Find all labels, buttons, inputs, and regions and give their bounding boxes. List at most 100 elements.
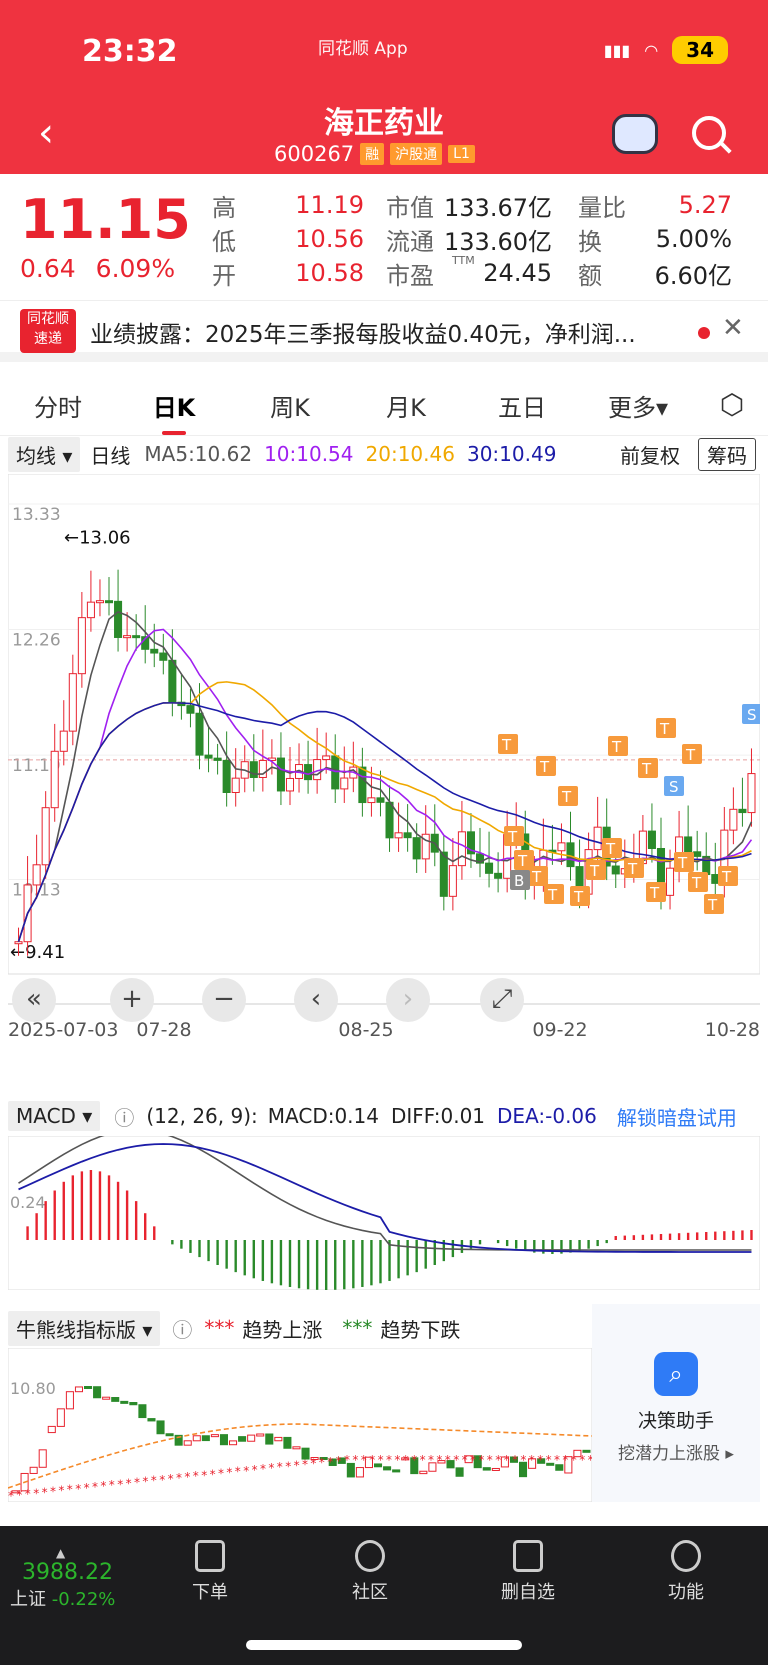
quote-row: 开 10.58 市盈 24.45 额 6.60亿 bbox=[212, 256, 760, 290]
news-logo-top: 同花顺 bbox=[27, 311, 69, 327]
settings-icon[interactable]: ⬡ bbox=[696, 372, 768, 435]
bull-candle bbox=[74, 1386, 83, 1393]
bull-star: * bbox=[226, 1466, 232, 1480]
bull-star: * bbox=[554, 1453, 560, 1467]
candle-body bbox=[448, 865, 457, 897]
next-button[interactable]: › bbox=[386, 978, 430, 1022]
ma10-value: 10:10.54 bbox=[264, 442, 354, 466]
news-text: 业绩披露：2025年三季报每股收益0.40元，净利润... bbox=[90, 322, 636, 348]
nav-remove-watch[interactable]: 删自选 bbox=[478, 1536, 578, 1604]
community-icon bbox=[355, 1540, 385, 1572]
quote-key: 市盈 bbox=[386, 261, 434, 290]
tab-intraday[interactable]: 分时 bbox=[0, 372, 116, 435]
tab-daily[interactable]: 日K bbox=[116, 372, 232, 435]
bull-bear-chart[interactable]: 10.80* * * * * * * * * * * * * * * * * * * * * * * * * * * * * * * * * * *… bbox=[8, 1348, 592, 1502]
bull-candle bbox=[283, 1436, 292, 1449]
bull-frame bbox=[8, 1348, 592, 1502]
ma-legend-bar: 均线 ▾ 日线 MA5:10.62 10:10.54 20:10.46 30:1… bbox=[0, 436, 768, 472]
zoom-out-button[interactable]: − bbox=[202, 978, 246, 1022]
quote-key: 流通 bbox=[386, 227, 434, 256]
t-signal-label: T bbox=[561, 788, 572, 806]
tab-five-day[interactable]: 五日 bbox=[464, 372, 580, 435]
bull-candle bbox=[419, 1470, 428, 1475]
decision-assistant-card[interactable]: ⌕ 决策助手 挖潜力上涨股 ▸ bbox=[592, 1304, 760, 1502]
t-signal-label: T bbox=[611, 738, 622, 756]
bull-star: * bbox=[50, 1485, 56, 1499]
price-change: 0.64 6.09% bbox=[20, 254, 175, 283]
stock-subtitle: 600267 融 沪股通 L1 bbox=[274, 142, 475, 166]
help-icon[interactable]: ⓘ bbox=[114, 1102, 134, 1131]
search-icon[interactable] bbox=[692, 116, 726, 150]
candle-body bbox=[213, 757, 222, 761]
tab-more[interactable]: 更多▾ bbox=[580, 372, 696, 435]
order-icon bbox=[195, 1540, 225, 1572]
bull-star: * bbox=[184, 1470, 190, 1484]
bull-candle bbox=[238, 1436, 247, 1442]
bull-candle bbox=[229, 1440, 238, 1446]
x-tick-label: 09-22 bbox=[532, 1019, 587, 1041]
tab-weekly[interactable]: 周K bbox=[232, 372, 348, 435]
bull-candle bbox=[93, 1386, 102, 1399]
macd-chart[interactable]: 0.24 bbox=[8, 1136, 760, 1290]
y-tick-label: 12.26 bbox=[12, 631, 61, 651]
down-legend-dots: *** bbox=[342, 1316, 373, 1340]
quote-value: 10.58 bbox=[295, 259, 364, 287]
candle-body bbox=[647, 830, 656, 849]
t-signal-label: T bbox=[517, 852, 528, 870]
fullscreen-icon[interactable]: ⤢ bbox=[480, 978, 524, 1022]
candle-body bbox=[222, 759, 231, 793]
bull-candle bbox=[455, 1467, 464, 1477]
bull-star: * bbox=[126, 1476, 132, 1490]
bull-candle bbox=[65, 1391, 74, 1410]
help-icon[interactable]: ⓘ bbox=[172, 1314, 192, 1343]
bull-star: * bbox=[478, 1453, 484, 1467]
bull-select[interactable]: 牛熊线指标版 ▾ bbox=[8, 1310, 161, 1346]
bull-candle bbox=[102, 1396, 111, 1400]
candle-body bbox=[358, 766, 367, 804]
prev-button[interactable]: ‹ bbox=[294, 978, 338, 1022]
bull-star: * bbox=[134, 1476, 140, 1490]
quote-value: 11.19 bbox=[295, 191, 364, 219]
candle-body bbox=[693, 851, 702, 857]
robot-assistant-icon[interactable] bbox=[612, 114, 658, 154]
bull-candle bbox=[355, 1467, 364, 1478]
candle-body bbox=[611, 865, 620, 875]
y-tick-label: 13.33 bbox=[12, 505, 61, 525]
quote-value: 6.60亿 bbox=[654, 261, 732, 290]
bull-star: * bbox=[462, 1453, 468, 1467]
change-pct: 6.09% bbox=[95, 254, 176, 283]
bull-candle bbox=[147, 1418, 156, 1422]
nav-order[interactable]: 下单 bbox=[160, 1536, 260, 1604]
adjust-label[interactable]: 前复权 bbox=[620, 440, 680, 469]
candle-body bbox=[322, 755, 331, 761]
nav-community[interactable]: 社区 bbox=[320, 1536, 420, 1604]
nav-label: 删自选 bbox=[501, 1582, 555, 1603]
news-banner[interactable]: 同花顺 速递 业绩披露：2025年三季报每股收益0.40元，净利润... ✕ bbox=[0, 300, 768, 362]
bull-candle bbox=[256, 1433, 265, 1437]
index-widget[interactable]: ▲ 3988.22 上证 -0.22% bbox=[10, 1546, 115, 1611]
bull-star: * bbox=[403, 1453, 409, 1467]
kline-chart[interactable]: 13.3312.2611.1910.13←13.06←9.41TTTTTTTTT… bbox=[8, 474, 760, 1044]
macd-value: MACD:0.14 bbox=[267, 1104, 379, 1128]
indicator-select[interactable]: 均线 ▾ bbox=[8, 436, 81, 472]
candle-body bbox=[14, 941, 23, 945]
t-signal-label: T bbox=[501, 736, 512, 754]
bull-candle bbox=[491, 1467, 500, 1471]
chip-distribution-button[interactable]: 筹码 bbox=[698, 438, 756, 471]
t-signal-label: T bbox=[539, 758, 550, 776]
bull-star: * bbox=[470, 1453, 476, 1467]
unlock-link[interactable]: 解锁暗盘试用 bbox=[617, 1102, 737, 1131]
tab-monthly[interactable]: 月K bbox=[348, 372, 464, 435]
candle-body bbox=[276, 757, 285, 792]
assist-sub: 挖潜力上涨股 ▸ bbox=[618, 1444, 734, 1464]
nav-function[interactable]: 功能 bbox=[636, 1536, 736, 1604]
close-icon[interactable]: ✕ bbox=[722, 313, 744, 343]
t-signal-label: T bbox=[707, 896, 718, 914]
bull-star: * bbox=[193, 1469, 199, 1483]
bull-star: * bbox=[336, 1454, 342, 1468]
candle-body bbox=[32, 864, 41, 886]
shrink-icon[interactable]: « bbox=[12, 978, 56, 1022]
candle-body bbox=[412, 837, 421, 860]
macd-select[interactable]: MACD ▾ bbox=[8, 1101, 101, 1131]
zoom-in-button[interactable]: + bbox=[110, 978, 154, 1022]
